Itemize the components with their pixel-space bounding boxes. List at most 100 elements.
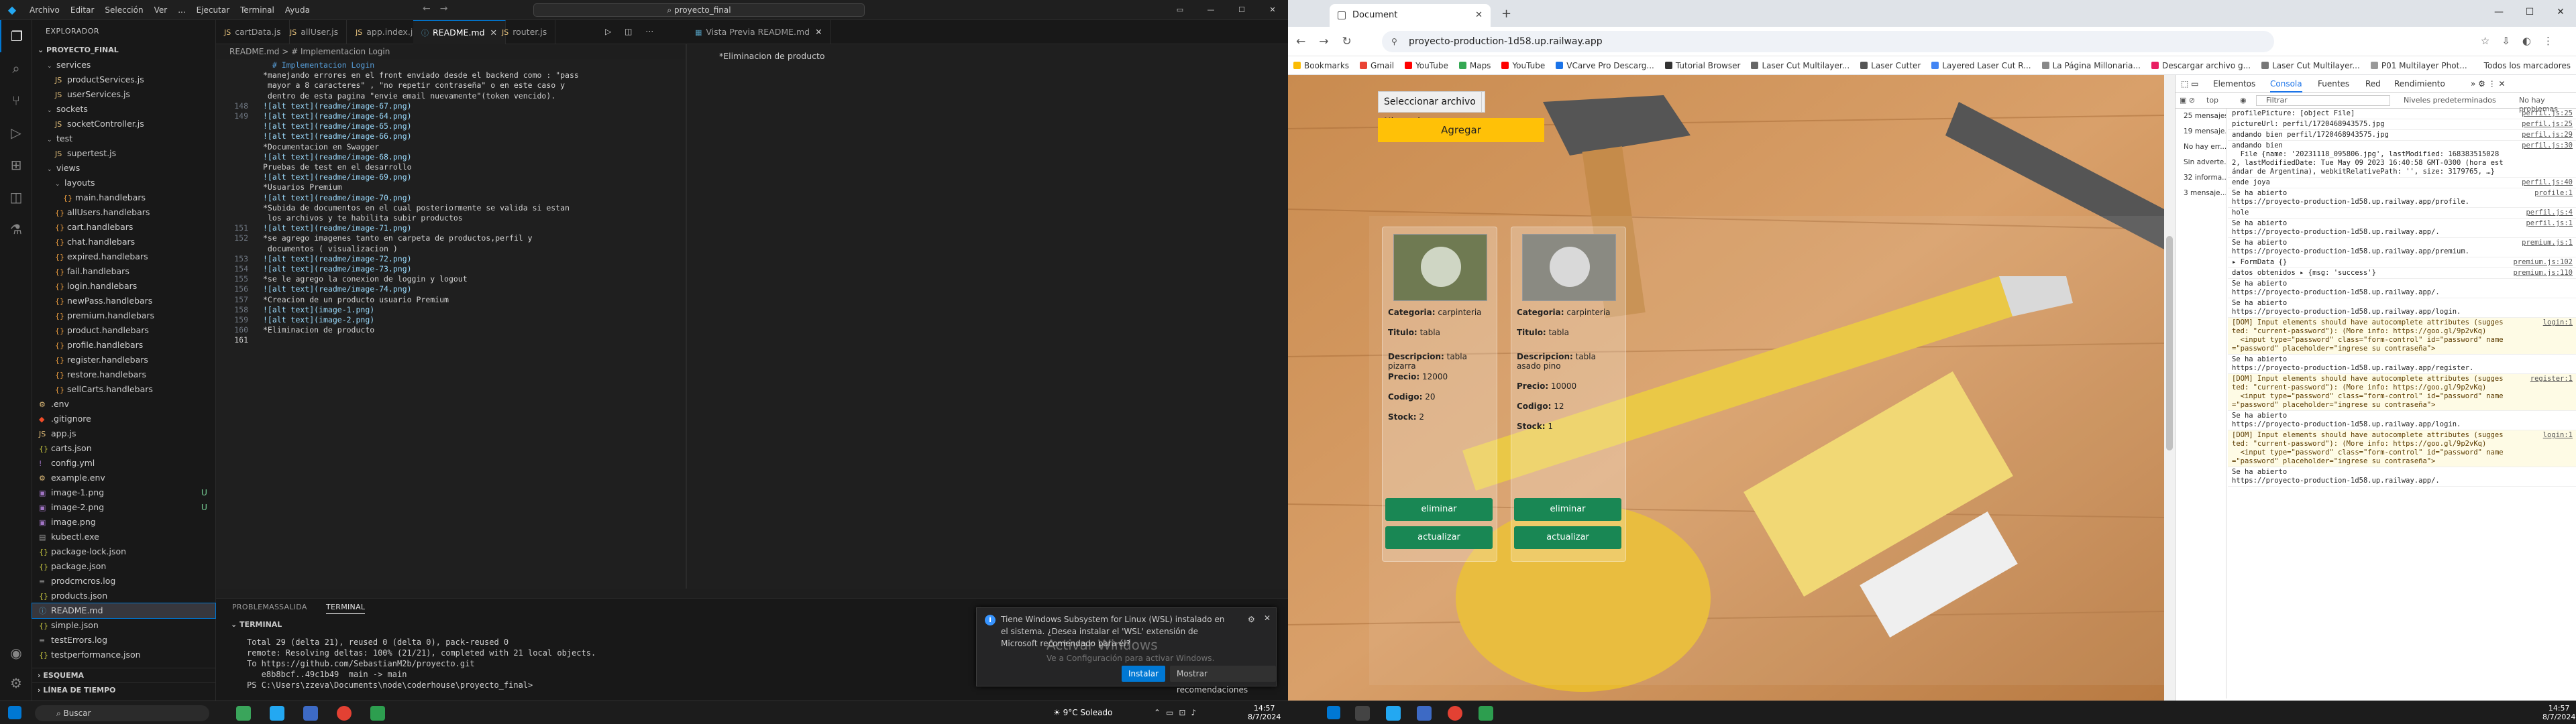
panel-tab[interactable]: TERMINAL	[326, 603, 366, 614]
editor-tab[interactable]: ⓘ README.md ✕	[413, 20, 506, 44]
menu-item[interactable]: ...	[172, 5, 191, 15]
editor-tab[interactable]: JS router.js	[494, 20, 556, 44]
context-select[interactable]: top	[2206, 96, 2218, 105]
account-icon[interactable]: ◉	[0, 637, 32, 669]
choose-file-button[interactable]: Seleccionar archivo	[1379, 92, 1482, 112]
console-source-link[interactable]: perfil.js:25	[2522, 109, 2573, 118]
menu-item[interactable]: Ver	[149, 5, 173, 15]
menu-item[interactable]: Selección	[99, 5, 148, 15]
bookmark-item[interactable]: Laser Cut Multilayer...	[2261, 61, 2360, 70]
taskbar-vscode-icon-2[interactable]	[1386, 706, 1401, 721]
delete-product-button[interactable]: eliminar	[1385, 498, 1493, 521]
editor-tab[interactable]: JS cartData.js	[216, 20, 290, 44]
bookmark-item[interactable]: Tutorial Browser	[1664, 61, 1740, 70]
menu-item[interactable]: Terminal	[235, 5, 280, 15]
taskbar-clock-2[interactable]: 14:57 8/7/2024	[2542, 704, 2575, 721]
tree-file[interactable]: ▣ image-2.png U	[32, 500, 215, 515]
outline-section[interactable]: › ESQUEMA	[32, 668, 216, 682]
tree-folder[interactable]: ⌄ sockets	[32, 102, 215, 117]
console-sidebar-item[interactable]: 3 mensaje...	[2176, 186, 2226, 201]
tree-file[interactable]: JS supertest.js	[32, 146, 215, 161]
show-recommendations-button[interactable]: Mostrar recomendaciones	[1170, 666, 1276, 695]
bookmark-item[interactable]: VCarve Pro Descarg...	[1556, 61, 1654, 70]
panel-tab[interactable]: SALIDA	[279, 603, 307, 611]
tree-file[interactable]: ≡ prodcmcros.log	[32, 574, 215, 589]
taskbar-app-green-icon[interactable]	[236, 706, 251, 721]
update-product-button[interactable]: actualizar	[1514, 526, 1621, 549]
remote-icon[interactable]: ◫	[0, 181, 32, 213]
tree-file[interactable]: {} allUsers.handlebars	[32, 205, 215, 220]
search-icon[interactable]: ⌕	[0, 52, 32, 84]
bookmark-item[interactable]: Bookmarks	[1293, 61, 1349, 70]
breadcrumb[interactable]: README.md > # Implementacion Login	[216, 44, 686, 59]
tree-file[interactable]: {} fail.handlebars	[32, 264, 215, 279]
windows-start-icon[interactable]	[8, 706, 21, 719]
tree-file[interactable]: ▣ image.png	[32, 515, 215, 530]
sidebar-toggle-icon[interactable]: ▣ ⊘	[2180, 96, 2195, 105]
bookmark-item[interactable]: Descargar archivo g...	[2151, 61, 2251, 70]
devtools-more-icon[interactable]: » ⚙ ⋮ ✕	[2471, 79, 2506, 88]
taskbar-weather[interactable]: ☀ 9°C Soleado	[1053, 708, 1112, 717]
tree-file[interactable]: {} carts.json	[32, 441, 215, 456]
taskbar-chrome-icon-2[interactable]	[1448, 706, 1462, 721]
scrollbar-thumb[interactable]	[2166, 236, 2173, 450]
tree-file[interactable]: {} login.handlebars	[32, 279, 215, 294]
minimize-icon[interactable]: —	[1195, 0, 1226, 20]
console-source-link[interactable]: perfil.js:30	[2522, 141, 2573, 150]
bookmark-item[interactable]: YouTube	[1501, 61, 1545, 70]
tree-file[interactable]: {} sellCarts.handlebars	[32, 382, 215, 397]
taskbar-outlook-icon-2[interactable]	[1417, 706, 1432, 721]
console-filter-input[interactable]: Filtrar	[2256, 95, 2390, 106]
tree-file[interactable]: JS productServices.js	[32, 72, 215, 87]
devtools-tab[interactable]: Fuentes	[2318, 79, 2349, 88]
devtools-tab[interactable]: Red	[2365, 79, 2381, 88]
panel-tab[interactable]: PROBLEMAS	[232, 603, 279, 611]
console-sidebar-item[interactable]: No hay err...	[2176, 139, 2226, 155]
console-source-link[interactable]: premium.js:1	[2522, 239, 2573, 247]
add-product-button[interactable]: Agregar	[1378, 118, 1544, 142]
taskbar-outlook-icon[interactable]	[303, 706, 318, 721]
chrome-maximize-icon[interactable]: ☐	[2514, 0, 2545, 24]
editor-tab[interactable]: JS allUser.js	[282, 20, 347, 44]
console-source-link[interactable]: login:1	[2543, 431, 2573, 440]
code-editor[interactable]: # Implementacion Login *manejando errores…	[216, 59, 686, 589]
tree-folder[interactable]: ⌄ test	[32, 131, 215, 146]
menu-item[interactable]: Editar	[65, 5, 100, 15]
tree-file[interactable]: {} chat.handlebars	[32, 235, 215, 249]
tree-file[interactable]: ⚙ example.env	[32, 471, 215, 485]
tree-file[interactable]: {} register.handlebars	[32, 353, 215, 367]
tree-file[interactable]: JS socketController.js	[32, 117, 215, 131]
nav-arrows-icon[interactable]: ←→	[423, 3, 457, 14]
tree-file[interactable]: {} package-lock.json	[32, 544, 215, 559]
bookmark-item[interactable]: Laser Cut Multilayer...	[1751, 61, 1849, 70]
tree-file[interactable]: ⚙ .env	[32, 397, 215, 412]
taskbar-search-icon-2[interactable]	[1355, 706, 1370, 721]
markdown-preview[interactable]: *Eliminacion de producto	[687, 44, 1288, 589]
tree-file[interactable]: ▤ kubectl.exe	[32, 530, 215, 544]
tree-file[interactable]: {} product.handlebars	[32, 323, 215, 338]
devtools-tab[interactable]: Elementos	[2213, 79, 2255, 88]
menu-item[interactable]: Ayuda	[280, 5, 315, 15]
tree-file[interactable]: {} restore.handlebars	[32, 367, 215, 382]
settings-gear-icon[interactable]: ⚙	[0, 667, 32, 699]
address-bar[interactable]: ⚲ proyecto-production-1d58.up.railway.ap…	[1382, 31, 2274, 52]
preview-tab[interactable]: ▦ Vista Previa README.md ✕	[687, 20, 831, 44]
levels-select[interactable]: Niveles predeterminados	[2404, 96, 2496, 105]
run-debug-icon[interactable]: ▷	[0, 117, 32, 149]
site-info-icon[interactable]: ⚲	[1391, 31, 1397, 52]
timeline-section[interactable]: › LÍNEA DE TIEMPO	[32, 682, 216, 697]
taskbar-app-icon[interactable]	[370, 706, 385, 721]
tree-file[interactable]: {} cart.handlebars	[32, 220, 215, 235]
taskbar-vscode-icon[interactable]	[270, 706, 284, 721]
console-sidebar-item[interactable]: 25 mensajes	[2176, 109, 2226, 124]
tree-folder[interactable]: ⌄ layouts	[32, 176, 215, 190]
update-product-button[interactable]: actualizar	[1385, 526, 1493, 549]
install-button[interactable]: Instalar	[1122, 666, 1166, 682]
maximize-icon[interactable]: ☐	[1226, 0, 1257, 20]
console-source-link[interactable]: login:1	[2543, 318, 2573, 327]
tree-file[interactable]: JS app.js	[32, 426, 215, 441]
console-source-link[interactable]: premium.js:102	[2513, 258, 2573, 267]
taskbar-clock[interactable]: 14:57 8/7/2024	[1248, 704, 1281, 721]
delete-product-button[interactable]: eliminar	[1514, 498, 1621, 521]
tree-folder[interactable]: ⌄ services	[32, 58, 215, 72]
